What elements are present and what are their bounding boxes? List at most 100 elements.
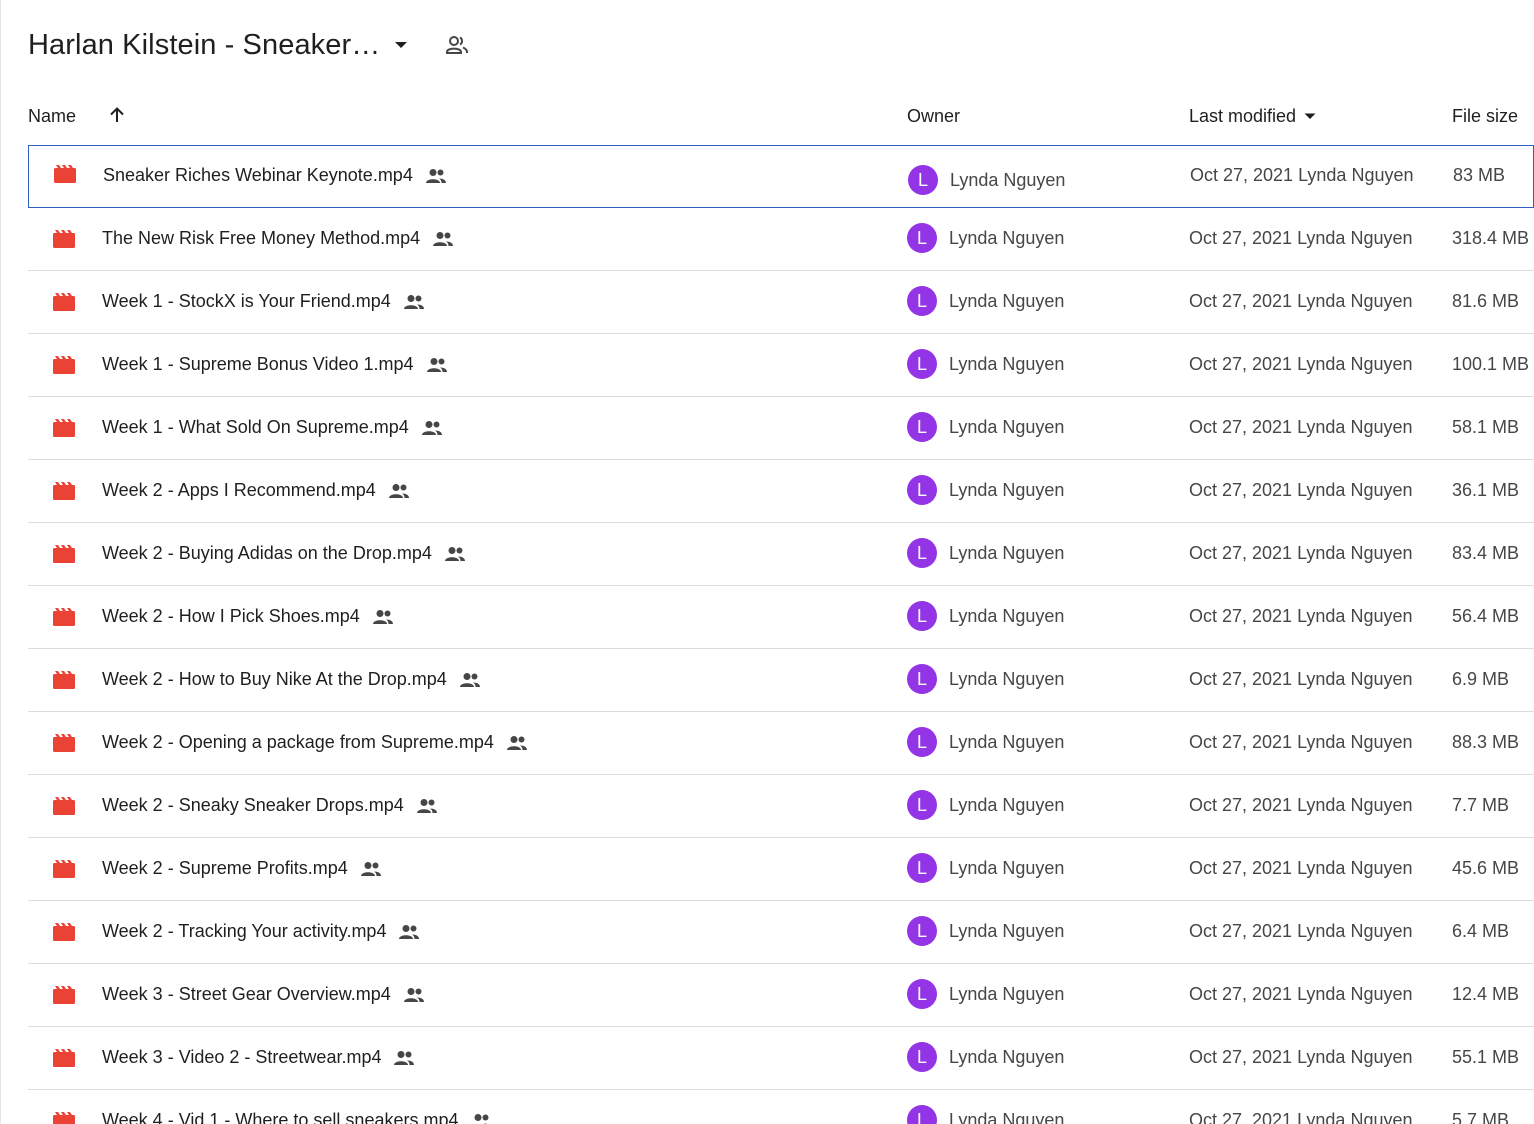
file-row[interactable]: Week 2 - Apps I Recommend.mp4 L Lynda Nguy… bbox=[28, 460, 1534, 523]
file-row[interactable]: Week 2 - Buying Adidas on the Drop.mp4 L L… bbox=[28, 523, 1534, 586]
video-file-icon bbox=[53, 419, 75, 437]
owner-cell: L Lynda Nguyen bbox=[907, 475, 1064, 505]
file-name-cell: Week 1 - What Sold On Supreme.mp4 bbox=[102, 417, 443, 438]
shared-people-icon bbox=[416, 798, 438, 814]
last-modified-cell: Oct 27, 2021 Lynda Nguyen bbox=[1189, 480, 1413, 500]
drive-folder-view: Harlan Kilstein - Sneaker… Name Owner La… bbox=[0, 0, 1534, 1124]
column-name-header[interactable]: Name bbox=[28, 106, 76, 127]
avatar: L bbox=[907, 538, 937, 568]
shared-people-icon[interactable] bbox=[444, 32, 470, 58]
shared-people-icon bbox=[432, 231, 454, 247]
owner-cell: L Lynda Nguyen bbox=[908, 165, 1065, 195]
shared-people-icon bbox=[403, 294, 425, 310]
caret-down-icon bbox=[1304, 113, 1316, 120]
last-modified-cell: Oct 27, 2021 Lynda Nguyen bbox=[1189, 669, 1413, 689]
file-row[interactable]: Week 2 - Supreme Profits.mp4 L Lynda Nguye… bbox=[28, 838, 1534, 901]
file-row[interactable]: Week 3 - Video 2 - Streetwear.mp4 L Lynda … bbox=[28, 1027, 1534, 1090]
file-name: Week 2 - Sneaky Sneaker Drops.mp4 bbox=[102, 795, 404, 815]
owner-name: Lynda Nguyen bbox=[949, 479, 1065, 500]
file-name-cell: Week 2 - How I Pick Shoes.mp4 bbox=[102, 606, 394, 627]
file-size-cell: 100.1 MB bbox=[1452, 354, 1530, 374]
file-size-cell: 55.1 MB bbox=[1452, 1047, 1520, 1067]
owner-cell: L Lynda Nguyen bbox=[907, 1042, 1064, 1072]
avatar: L bbox=[907, 286, 937, 316]
file-name-cell: Sneaker Riches Webinar Keynote.mp4 bbox=[103, 165, 447, 186]
video-file-icon bbox=[53, 293, 75, 311]
file-list: Sneaker Riches Webinar Keynote.mp4 L Lynda… bbox=[28, 145, 1534, 1124]
file-row[interactable]: Week 1 - Supreme Bonus Video 1.mp4 L Lynda… bbox=[28, 334, 1534, 397]
owner-name: Lynda Nguyen bbox=[949, 794, 1065, 815]
file-size-cell: 56.4 MB bbox=[1452, 606, 1520, 626]
last-modified-cell: Oct 27, 2021 Lynda Nguyen bbox=[1189, 858, 1413, 878]
file-row[interactable]: Week 2 - Sneaky Sneaker Drops.mp4 L Lynda … bbox=[28, 775, 1534, 838]
video-file-icon bbox=[53, 608, 75, 626]
file-name-cell: Week 2 - Apps I Recommend.mp4 bbox=[102, 480, 410, 501]
column-owner-header[interactable]: Owner bbox=[907, 106, 960, 127]
avatar: L bbox=[907, 475, 937, 505]
video-file-icon bbox=[53, 923, 75, 941]
file-row[interactable]: Week 2 - How to Buy Nike At the Drop.mp4… bbox=[28, 649, 1534, 712]
left-edge-divider bbox=[0, 0, 1, 1124]
shared-people-icon bbox=[459, 672, 481, 688]
file-row[interactable]: Week 1 - StockX is Your Friend.mp4 L Lynda… bbox=[28, 271, 1534, 334]
owner-name: Lynda Nguyen bbox=[949, 857, 1065, 878]
file-row[interactable]: Week 3 - Street Gear Overview.mp4 L Lynda … bbox=[28, 964, 1534, 1027]
owner-name: Lynda Nguyen bbox=[949, 542, 1065, 563]
owner-cell: L Lynda Nguyen bbox=[907, 412, 1064, 442]
file-name-cell: Week 3 - Street Gear Overview.mp4 bbox=[102, 984, 425, 1005]
avatar: L bbox=[907, 664, 937, 694]
file-name: Week 1 - StockX is Your Friend.mp4 bbox=[102, 291, 391, 311]
folder-title[interactable]: Harlan Kilstein - Sneaker… bbox=[28, 29, 380, 62]
file-name-cell: Week 3 - Video 2 - Streetwear.mp4 bbox=[102, 1047, 415, 1068]
file-row[interactable]: Sneaker Riches Webinar Keynote.mp4 L Lynda… bbox=[28, 145, 1534, 208]
file-size-cell: 7.7 MB bbox=[1452, 795, 1510, 815]
video-file-icon bbox=[53, 1049, 75, 1067]
avatar: L bbox=[907, 790, 937, 820]
avatar: L bbox=[907, 601, 937, 631]
owner-cell: L Lynda Nguyen bbox=[907, 286, 1064, 316]
owner-name: Lynda Nguyen bbox=[949, 920, 1065, 941]
owner-cell: L Lynda Nguyen bbox=[907, 853, 1064, 883]
file-name-cell: Week 2 - How to Buy Nike At the Drop.mp4 bbox=[102, 669, 481, 690]
file-name-cell: Week 2 - Opening a package from Supreme.… bbox=[102, 732, 528, 753]
file-row[interactable]: Week 1 - What Sold On Supreme.mp4 L Lynda … bbox=[28, 397, 1534, 460]
column-file-size-header[interactable]: File size bbox=[1452, 106, 1518, 127]
column-last-modified-header[interactable]: Last modified bbox=[1189, 106, 1316, 127]
shared-people-icon bbox=[403, 987, 425, 1003]
owner-name: Lynda Nguyen bbox=[949, 668, 1065, 689]
sort-arrow-up-icon[interactable] bbox=[106, 104, 128, 126]
last-modified-cell: Oct 27, 2021 Lynda Nguyen bbox=[1190, 165, 1414, 185]
file-name-cell: Week 1 - StockX is Your Friend.mp4 bbox=[102, 291, 425, 312]
caret-down-icon[interactable] bbox=[394, 38, 408, 52]
file-name: Week 2 - How I Pick Shoes.mp4 bbox=[102, 606, 360, 626]
file-row[interactable]: Week 4 - Vid 1 - Where to sell sneakers.… bbox=[28, 1090, 1534, 1124]
file-row[interactable]: Week 2 - Opening a package from Supreme.… bbox=[28, 712, 1534, 775]
file-name-cell: Week 1 - Supreme Bonus Video 1.mp4 bbox=[102, 354, 448, 375]
file-name: The New Risk Free Money Method.mp4 bbox=[102, 228, 421, 248]
shared-people-icon bbox=[426, 357, 448, 373]
file-name-cell: Week 2 - Supreme Profits.mp4 bbox=[102, 858, 382, 879]
file-name: Week 2 - Buying Adidas on the Drop.mp4 bbox=[102, 543, 432, 563]
file-size-cell: 83.4 MB bbox=[1452, 543, 1520, 563]
shared-people-icon bbox=[444, 546, 466, 562]
file-name: Week 1 - What Sold On Supreme.mp4 bbox=[102, 417, 409, 437]
owner-cell: L Lynda Nguyen bbox=[907, 538, 1064, 568]
avatar: L bbox=[907, 1042, 937, 1072]
file-row[interactable]: Week 2 - How I Pick Shoes.mp4 L Lynda Nguy… bbox=[28, 586, 1534, 649]
shared-people-icon bbox=[470, 1113, 492, 1124]
file-row[interactable]: The New Risk Free Money Method.mp4 L Lynda… bbox=[28, 208, 1534, 271]
last-modified-cell: Oct 27, 2021 Lynda Nguyen bbox=[1189, 543, 1413, 563]
owner-cell: L Lynda Nguyen bbox=[907, 664, 1064, 694]
file-size-cell: 36.1 MB bbox=[1452, 480, 1520, 500]
owner-cell: L Lynda Nguyen bbox=[907, 727, 1064, 757]
file-name: Week 2 - Apps I Recommend.mp4 bbox=[102, 480, 376, 500]
column-last-modified-label: Last modified bbox=[1189, 106, 1297, 126]
shared-people-icon bbox=[372, 609, 394, 625]
owner-name: Lynda Nguyen bbox=[949, 983, 1065, 1004]
owner-cell: L Lynda Nguyen bbox=[907, 790, 1064, 820]
file-name-cell: The New Risk Free Money Method.mp4 bbox=[102, 228, 454, 249]
owner-cell: L Lynda Nguyen bbox=[907, 916, 1064, 946]
video-file-icon bbox=[53, 986, 75, 1004]
file-name: Week 3 - Street Gear Overview.mp4 bbox=[102, 984, 391, 1004]
file-row[interactable]: Week 2 - Tracking Your activity.mp4 L Lynd… bbox=[28, 901, 1534, 964]
